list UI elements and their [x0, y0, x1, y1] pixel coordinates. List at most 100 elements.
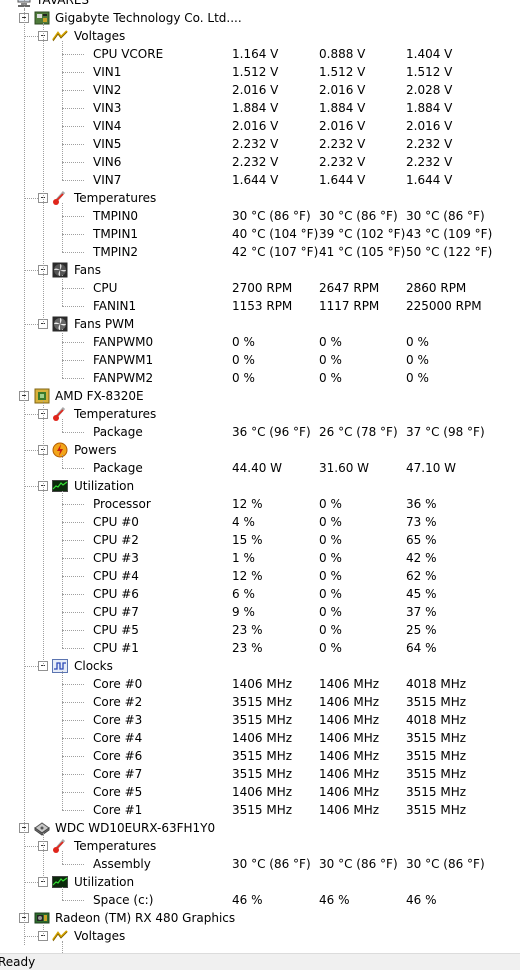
sensor-row[interactable]: CPU #0 4 % 0 % 73 %: [0, 513, 520, 531]
sensor-row[interactable]: TMPIN2 42 °C (107 °F) 41 °C (105 °F) 50 °C …: [0, 243, 520, 261]
sensor-value: 23 %: [232, 623, 263, 637]
sensor-name: Core #6: [93, 749, 143, 763]
sensor-value: 2.232 V: [232, 155, 279, 169]
group-row[interactable]: Fans PWM: [0, 315, 520, 333]
group-row[interactable]: Utilization: [0, 477, 520, 495]
sensor-row[interactable]: Core #1 3515 MHz 1406 MHz 3515 MHz: [0, 801, 520, 819]
sensor-row[interactable]: Package 36 °C (96 °F) 26 °C (78 °F) 37 °C (…: [0, 423, 520, 441]
sensor-tree[interactable]: TAVARES Gigabyte Technology Co. Ltd.... V…: [0, 0, 520, 954]
group-row[interactable]: Temperatures: [0, 405, 520, 423]
group-row[interactable]: Voltages: [0, 927, 520, 945]
sensor-name: VIN1: [93, 65, 122, 79]
sensor-row[interactable]: VIN2 2.016 V 2.016 V 2.028 V: [0, 81, 520, 99]
sensor-max: 4018 MHz: [406, 677, 467, 691]
sensor-row[interactable]: VIN5 2.232 V 2.232 V 2.232 V: [0, 135, 520, 153]
sensor-name: CPU VCORE: [93, 47, 164, 61]
sensor-row[interactable]: CPU #5 23 % 0 % 25 %: [0, 621, 520, 639]
sensor-min: 1406 MHz: [319, 749, 380, 763]
sensor-value: 30 °C (86 °F): [232, 857, 311, 871]
group-row[interactable]: Temperatures: [0, 837, 520, 855]
sensor-value: 3515 MHz: [232, 767, 293, 781]
group-row[interactable]: Utilization: [0, 873, 520, 891]
group-row[interactable]: Voltages: [0, 27, 520, 45]
sensor-row[interactable]: CPU 2700 RPM 2647 RPM 2860 RPM: [0, 279, 520, 297]
sensor-row[interactable]: VIN1 1.512 V 1.512 V 1.512 V: [0, 63, 520, 81]
sensor-row[interactable]: Core #4 1406 MHz 1406 MHz 3515 MHz: [0, 729, 520, 747]
sensor-max: 3515 MHz: [406, 731, 467, 745]
sensor-row[interactable]: Core #7 3515 MHz 1406 MHz 3515 MHz: [0, 765, 520, 783]
sensor-name: CPU #0: [93, 515, 139, 529]
sensor-max: 65 %: [406, 533, 437, 547]
sensor-row[interactable]: FANPWM1 0 % 0 % 0 %: [0, 351, 520, 369]
sensor-row[interactable]: CPU #6 6 % 0 % 45 %: [0, 585, 520, 603]
sensor-value: 44.40 W: [232, 461, 283, 475]
sensor-name: CPU #6: [93, 587, 139, 601]
sensor-row[interactable]: CPU #4 12 % 0 % 62 %: [0, 567, 520, 585]
sensor-row[interactable]: Processor 12 % 0 % 36 %: [0, 495, 520, 513]
sensor-name: VIN2: [93, 83, 122, 97]
sensor-row[interactable]: Core #3 3515 MHz 1406 MHz 4018 MHz: [0, 711, 520, 729]
computer-name: TAVARES: [36, 0, 90, 7]
group-name: Temperatures: [74, 191, 157, 205]
sensor-row[interactable]: VIN6 2.232 V 2.232 V 2.232 V: [0, 153, 520, 171]
sensor-row[interactable]: Core #5 1406 MHz 1406 MHz 3515 MHz: [0, 783, 520, 801]
sensor-max: 1.404 V: [406, 47, 453, 61]
sensor-max: 47.10 W: [406, 461, 457, 475]
sensor-row[interactable]: VIN4 2.016 V 2.016 V 2.016 V: [0, 117, 520, 135]
sensor-max: 43 °C (109 °F): [406, 227, 493, 241]
sensor-min: 0 %: [319, 587, 342, 601]
sensor-value: 3515 MHz: [232, 803, 293, 817]
sensor-row[interactable]: VIN7 1.644 V 1.644 V 1.644 V: [0, 171, 520, 189]
sensor-row[interactable]: CPU #3 1 % 0 % 42 %: [0, 549, 520, 567]
sensor-row[interactable]: VIN3 1.884 V 1.884 V 1.884 V: [0, 99, 520, 117]
group-row[interactable]: Powers: [0, 441, 520, 459]
sensor-min: 2.232 V: [319, 137, 366, 151]
group-row[interactable]: Fans: [0, 261, 520, 279]
sensor-row[interactable]: Core #2 3515 MHz 1406 MHz 3515 MHz: [0, 693, 520, 711]
group-row[interactable]: Temperatures: [0, 189, 520, 207]
sensor-row[interactable]: FANPWM2 0 % 0 % 0 %: [0, 369, 520, 387]
sensor-value: 40 °C (104 °F): [232, 227, 319, 241]
tree-root-row[interactable]: TAVARES: [0, 0, 520, 9]
sensor-row[interactable]: FANIN1 1153 RPM 1117 RPM 225000 RPM: [0, 297, 520, 315]
sensor-max: 2.028 V: [406, 83, 453, 97]
sensor-name: Core #1: [93, 803, 143, 817]
sensor-min: 1406 MHz: [319, 785, 380, 799]
sensor-max: 3515 MHz: [406, 695, 467, 709]
sensor-value: 9 %: [232, 605, 255, 619]
sensor-value: 1406 MHz: [232, 677, 293, 691]
sensor-row[interactable]: Package 44.40 W 31.60 W 47.10 W: [0, 459, 520, 477]
sensor-name: VIN4: [93, 119, 122, 133]
group-name: Utilization: [74, 479, 135, 493]
sensor-row[interactable]: CPU VCORE 1.164 V 0.888 V 1.404 V: [0, 45, 520, 63]
sensor-row[interactable]: Space (c:) 46 % 46 % 46 %: [0, 891, 520, 909]
sensor-row[interactable]: TMPIN1 40 °C (104 °F) 39 °C (102 °F) 43 °C …: [0, 225, 520, 243]
utilization-icon: [52, 874, 68, 890]
sensor-max: 3515 MHz: [406, 785, 467, 799]
device-row[interactable]: Gigabyte Technology Co. Ltd....: [0, 9, 520, 27]
sensor-min: 1406 MHz: [319, 713, 380, 727]
sensor-value: 0 %: [232, 353, 255, 367]
sensor-min: 0 %: [319, 605, 342, 619]
device-row[interactable]: WDC WD10EURX-63FH1Y0: [0, 819, 520, 837]
sensor-max: 1.884 V: [406, 101, 453, 115]
sensor-min: 46 %: [319, 893, 350, 907]
sensor-max: 45 %: [406, 587, 437, 601]
sensor-row[interactable]: CPU #1 23 % 0 % 64 %: [0, 639, 520, 657]
sensor-row[interactable]: Assembly 30 °C (86 °F) 30 °C (86 °F) 30 °C …: [0, 855, 520, 873]
sensor-row[interactable]: Core #6 3515 MHz 1406 MHz 3515 MHz: [0, 747, 520, 765]
sensor-name: Package: [93, 425, 143, 439]
sensor-name: Core #2: [93, 695, 143, 709]
sensor-max: 1.644 V: [406, 173, 453, 187]
sensor-max: 25 %: [406, 623, 437, 637]
device-row[interactable]: AMD FX-8320E: [0, 387, 520, 405]
group-row[interactable]: Clocks: [0, 657, 520, 675]
sensor-row[interactable]: CPU #2 15 % 0 % 65 %: [0, 531, 520, 549]
sensor-row[interactable]: FANPWM0 0 % 0 % 0 %: [0, 333, 520, 351]
sensor-value: 36 °C (96 °F): [232, 425, 311, 439]
sensor-row[interactable]: Core #0 1406 MHz 1406 MHz 4018 MHz: [0, 675, 520, 693]
sensor-min: 0.888 V: [319, 47, 366, 61]
device-row[interactable]: Radeon (TM) RX 480 Graphics: [0, 909, 520, 927]
sensor-row[interactable]: TMPIN0 30 °C (86 °F) 30 °C (86 °F) 30 °C (8…: [0, 207, 520, 225]
sensor-row[interactable]: CPU #7 9 % 0 % 37 %: [0, 603, 520, 621]
